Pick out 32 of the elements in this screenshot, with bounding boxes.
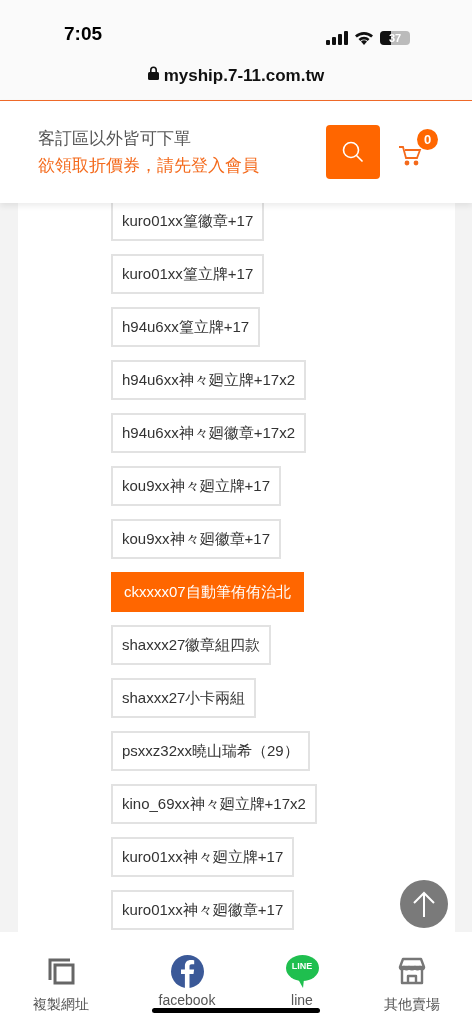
facebook-icon — [170, 954, 204, 988]
option-button[interactable]: h94u6xx篁立牌+17 — [111, 307, 261, 347]
bottom-nav-item[interactable]: 複製網址 — [0, 954, 122, 1024]
option-button[interactable]: kuro01xx篁立牌+17 — [111, 254, 265, 294]
option-button[interactable]: shaxxx27小卡兩組 — [111, 678, 257, 718]
wifi-icon — [354, 31, 374, 45]
bottom-nav-item[interactable]: LINE line — [252, 954, 352, 1024]
order-notice: 客訂區以外皆可下單 — [38, 128, 192, 150]
line-logo: LINE — [285, 954, 319, 988]
arrow-up-icon — [413, 891, 435, 917]
bottom-nav-item[interactable]: 其他賣場 — [352, 954, 472, 1024]
search-button[interactable] — [326, 125, 380, 179]
option-button[interactable]: h94u6xx神々廻立牌+17x2 — [111, 360, 306, 400]
cart-icon[interactable] — [398, 145, 422, 167]
url-text[interactable]: myship.7-11.com.tw — [163, 66, 325, 86]
option-button[interactable]: kuro01xx神々廻徽章+17 — [111, 890, 295, 930]
clock-time: 7:05 — [64, 21, 103, 46]
lock-icon — [147, 66, 159, 80]
option-button[interactable]: kou9xx神々廻徽章+17 — [111, 519, 281, 559]
store-icon — [398, 957, 426, 985]
option-button[interactable]: psxxz32xx曉山瑞希（29） — [111, 731, 310, 771]
bottom-nav-item[interactable]: facebook — [122, 954, 252, 1024]
signal-icon — [326, 31, 348, 45]
option-button[interactable]: h94u6xx神々廻徽章+17x2 — [111, 413, 306, 453]
option-button[interactable]: kuro01xx篁徽章+17 — [111, 203, 265, 241]
option-button[interactable]: kuro01xx神々廻立牌+17 — [111, 837, 295, 877]
option-button[interactable]: kou9xx神々廻立牌+17 — [111, 466, 281, 506]
option-button[interactable]: shaxxx27徽章組四款 — [111, 625, 272, 665]
search-icon — [342, 141, 364, 163]
option-button[interactable]: kino_69xx神々廻立牌+17x2 — [111, 784, 317, 824]
cart-count-badge: 0 — [417, 129, 438, 150]
copy-icon — [46, 956, 76, 986]
